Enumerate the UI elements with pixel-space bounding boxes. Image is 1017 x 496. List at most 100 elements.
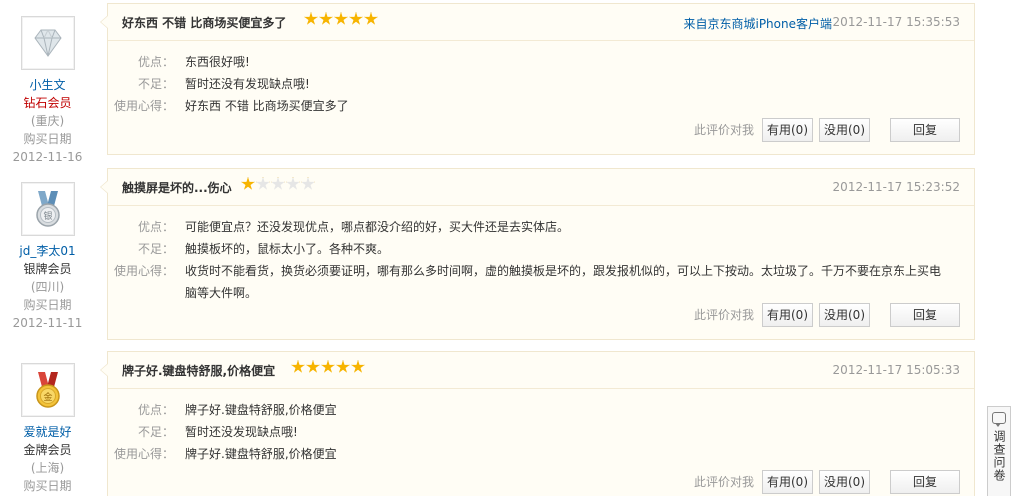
review-title: 牌子好.键盘特舒服,价格便宜 bbox=[122, 364, 276, 378]
rating-stars bbox=[291, 360, 365, 374]
experience-row: 使用心得： 好东西 不错 比商场买便宜多了 bbox=[108, 95, 974, 117]
pros-row: 优点： 可能便宜点？还没发现优点，哪点都没介绍的好，买大件还是去实体店。 bbox=[108, 216, 974, 238]
survey-label: 调查问卷 bbox=[992, 430, 1006, 482]
useful-button[interactable]: 有用(0) bbox=[762, 469, 813, 494]
review-card: 好东西 不错 比商场买便宜多了 来自京东商城iPhone客户端 2012-11-… bbox=[100, 3, 975, 155]
diamond-icon bbox=[33, 28, 62, 57]
reviewer-location: (重庆) bbox=[30, 114, 65, 128]
reply-button[interactable]: 回复 bbox=[890, 302, 960, 327]
review-actions: 此评价对我 有用(0) 没用(0) 回复 bbox=[694, 117, 960, 142]
useful-button[interactable]: 有用(0) bbox=[762, 117, 813, 142]
pros-label: 优点： bbox=[137, 220, 174, 234]
star-icon bbox=[319, 12, 333, 25]
review-header: 牌子好.键盘特舒服,价格便宜 2012-11-17 15:05:33 bbox=[108, 352, 974, 389]
reviewer-location: (四川) bbox=[30, 280, 65, 294]
rating-stars bbox=[241, 177, 315, 191]
star-icon bbox=[349, 12, 363, 25]
pros-text: 可能便宜点？还没发现优点，哪点都没介绍的好，买大件还是去实体店。 bbox=[185, 220, 570, 234]
experience-row: 使用心得： 收货时不能看货，换货必须要证明，哪有那么多时间啊，虚的触摸板是坏的，… bbox=[108, 260, 974, 304]
reviewer-info: 小生文 钻石会员 (重庆) 购买日期 2012-11-16 bbox=[10, 16, 85, 166]
star-empty-icon bbox=[256, 177, 270, 190]
rating-stars bbox=[304, 12, 378, 26]
review-time: 2012-11-17 15:23:52 bbox=[832, 180, 960, 194]
experience-row: 使用心得： 牌子好.键盘特舒服,价格便宜 bbox=[108, 443, 974, 465]
review-body: 优点： 可能便宜点？还没发现优点，哪点都没介绍的好，买大件还是去实体店。 不足：… bbox=[108, 206, 974, 304]
purchase-date: 2012-11-16 bbox=[12, 150, 83, 164]
star-empty-icon bbox=[301, 177, 315, 190]
silver-medal-icon: 银 bbox=[35, 191, 60, 227]
review-item: 银 jd_李太01 银牌会员 (四川) 购买日期 2012-11-11 触摸屏是… bbox=[0, 166, 980, 344]
reviewer-location: (上海) bbox=[30, 461, 65, 475]
star-empty-icon bbox=[286, 177, 300, 190]
reviewer-name[interactable]: 爱就是好 bbox=[10, 423, 85, 441]
user-avatar[interactable]: 银 bbox=[20, 182, 75, 236]
useless-button[interactable]: 没用(0) bbox=[819, 469, 870, 494]
pros-label: 优点： bbox=[137, 55, 174, 69]
pros-label: 优点： bbox=[137, 403, 174, 417]
reply-button[interactable]: 回复 bbox=[890, 469, 960, 494]
star-icon bbox=[336, 360, 350, 373]
purchase-date: 2012-11-11 bbox=[12, 316, 83, 330]
useless-button[interactable]: 没用(0) bbox=[819, 117, 870, 142]
feedback-hint: 此评价对我 bbox=[693, 123, 754, 137]
star-icon bbox=[364, 12, 378, 25]
cons-row: 不足： 触摸板坏的，鼠标太小了。各种不爽。 bbox=[108, 238, 974, 260]
review-list: 小生文 钻石会员 (重庆) 购买日期 2012-11-16 好东西 不错 比商场… bbox=[0, 0, 1017, 496]
review-time: 2012-11-17 15:35:53 bbox=[832, 15, 960, 29]
review-actions: 此评价对我 有用(0) 没用(0) 回复 bbox=[694, 302, 960, 327]
member-level: 金牌会员 bbox=[23, 443, 72, 457]
useful-button[interactable]: 有用(0) bbox=[762, 302, 813, 327]
review-time: 2012-11-17 15:05:33 bbox=[832, 363, 960, 377]
review-item: 金 爱就是好 金牌会员 (上海) 购买日期 牌子好.键盘特舒服,价格便宜 201… bbox=[0, 349, 980, 496]
review-source-link[interactable]: 来自京东商城iPhone客户端 bbox=[683, 15, 832, 32]
review-title: 好东西 不错 比商场买便宜多了 bbox=[122, 16, 287, 30]
cons-label: 不足： bbox=[137, 242, 174, 256]
review-title: 触摸屏是坏的...伤心 bbox=[122, 181, 232, 195]
cons-label: 不足： bbox=[137, 425, 174, 439]
reviewer-name[interactable]: 小生文 bbox=[10, 76, 85, 94]
experience-label: 使用心得： bbox=[113, 99, 174, 113]
star-empty-icon bbox=[271, 177, 285, 190]
survey-button[interactable]: 调查问卷 bbox=[987, 406, 1011, 496]
star-icon bbox=[241, 177, 255, 190]
svg-text:金: 金 bbox=[43, 391, 52, 403]
star-icon bbox=[351, 360, 365, 373]
star-icon bbox=[306, 360, 320, 373]
user-avatar[interactable]: 金 bbox=[20, 363, 75, 417]
pros-text: 牌子好.键盘特舒服,价格便宜 bbox=[185, 403, 337, 417]
review-body: 优点： 东西很好哦! 不足： 暂时还没有发现缺点哦! 使用心得： 好东西 不错 … bbox=[108, 41, 974, 117]
star-icon bbox=[334, 12, 348, 25]
reply-button[interactable]: 回复 bbox=[890, 117, 960, 142]
member-level: 银牌会员 bbox=[23, 262, 72, 276]
review-actions: 此评价对我 有用(0) 没用(0) 回复 bbox=[694, 469, 960, 494]
experience-text: 好东西 不错 比商场买便宜多了 bbox=[185, 99, 349, 113]
experience-label: 使用心得： bbox=[113, 447, 174, 461]
useless-button[interactable]: 没用(0) bbox=[819, 302, 870, 327]
pros-row: 优点： 东西很好哦! bbox=[108, 51, 974, 73]
reviewer-info: 金 爱就是好 金牌会员 (上海) 购买日期 bbox=[10, 363, 85, 495]
purchase-date-label: 购买日期 bbox=[23, 298, 72, 312]
review-card: 牌子好.键盘特舒服,价格便宜 2012-11-17 15:05:33 优点： 牌… bbox=[100, 351, 975, 496]
reviewer-name[interactable]: jd_李太01 bbox=[10, 242, 85, 260]
pros-text: 东西很好哦! bbox=[185, 55, 250, 69]
user-avatar[interactable] bbox=[20, 16, 75, 70]
cons-text: 暂时还没有发现缺点哦! bbox=[185, 77, 310, 91]
cons-row: 不足： 暂时还没发现缺点哦! bbox=[108, 421, 974, 443]
cons-row: 不足： 暂时还没有发现缺点哦! bbox=[108, 73, 974, 95]
review-item: 小生文 钻石会员 (重庆) 购买日期 2012-11-16 好东西 不错 比商场… bbox=[0, 0, 980, 170]
experience-text: 牌子好.键盘特舒服,价格便宜 bbox=[185, 447, 337, 461]
cons-text: 暂时还没发现缺点哦! bbox=[185, 425, 298, 439]
cons-label: 不足： bbox=[137, 77, 174, 91]
experience-text: 收货时不能看货，换货必须要证明，哪有那么多时间啊，虚的触摸板是坏的，跟发报机似的… bbox=[185, 264, 942, 300]
pros-row: 优点： 牌子好.键盘特舒服,价格便宜 bbox=[108, 399, 974, 421]
gold-medal-icon: 金 bbox=[35, 372, 60, 408]
reviewer-info: 银 jd_李太01 银牌会员 (四川) 购买日期 2012-11-11 bbox=[10, 182, 85, 332]
cons-text: 触摸板坏的，鼠标太小了。各种不爽。 bbox=[185, 242, 390, 256]
experience-label: 使用心得： bbox=[113, 264, 174, 278]
star-icon bbox=[291, 360, 305, 373]
star-icon bbox=[304, 12, 318, 25]
speech-bubble-icon bbox=[992, 412, 1006, 427]
member-level: 钻石会员 bbox=[23, 96, 72, 110]
feedback-hint: 此评价对我 bbox=[693, 475, 754, 489]
star-icon bbox=[321, 360, 335, 373]
